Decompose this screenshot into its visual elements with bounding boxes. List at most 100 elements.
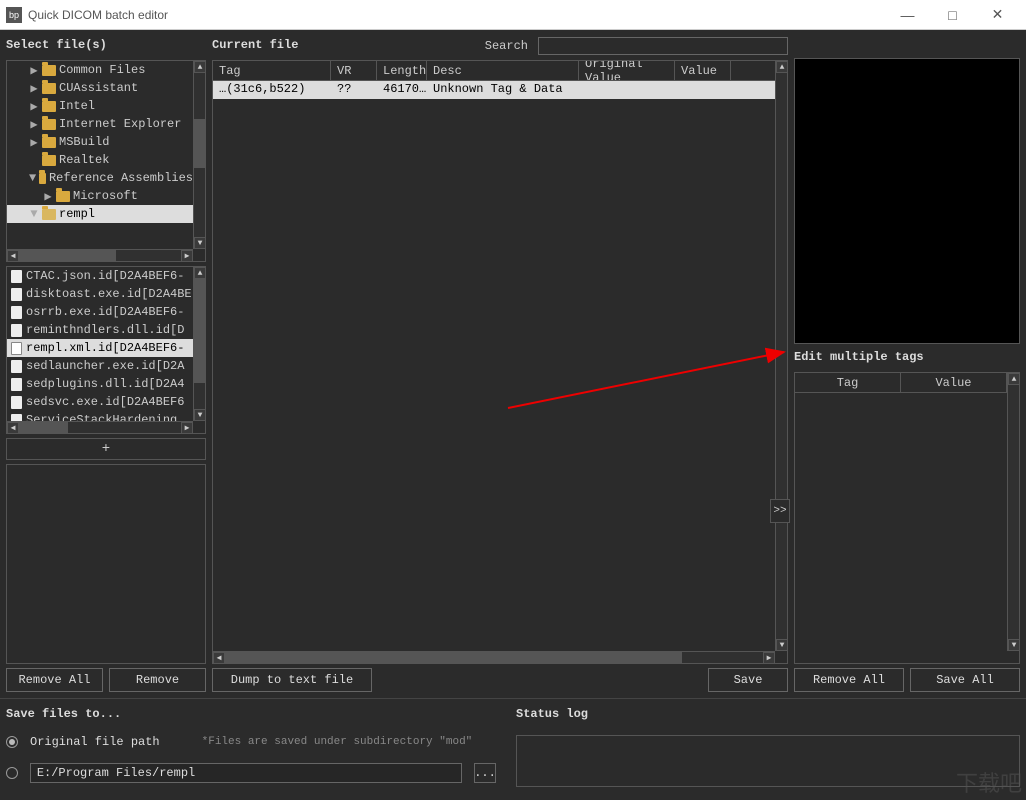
save-path-input[interactable] — [30, 763, 462, 783]
file-row[interactable]: sedlauncher.exe.id[D2A — [7, 357, 193, 375]
file-label: sedplugins.dll.id[D2A4 — [26, 377, 184, 391]
table-header-cell[interactable]: Original Value — [579, 61, 675, 80]
tree-row[interactable]: ▶Common Files — [7, 61, 193, 79]
scroll-right-icon[interactable]: ▶ — [181, 422, 193, 434]
file-icon — [11, 324, 22, 337]
dump-button[interactable]: Dump to text file — [212, 668, 372, 692]
table-row[interactable]: …(31c6,b522)??46170…Unknown Tag & Data — [213, 81, 775, 99]
remove-all-tags-button[interactable]: Remove All — [794, 668, 904, 692]
expand-arrow-icon[interactable]: ▶ — [29, 83, 39, 93]
file-list[interactable]: CTAC.json.id[D2A4BEF6-disktoast.exe.id[D… — [6, 266, 206, 434]
file-row[interactable]: reminthndlers.dll.id[D — [7, 321, 193, 339]
file-row[interactable]: rempl.xml.id[D2A4BEF6- — [7, 339, 193, 357]
expand-sidebar-button[interactable]: >> — [770, 499, 790, 523]
edit-tags-table[interactable]: Tag Value ▲ ▼ — [794, 372, 1020, 664]
tag-table[interactable]: TagVRLengthDescOriginal ValueValue …(31c… — [212, 60, 788, 664]
search-input[interactable] — [538, 37, 788, 55]
tree-row[interactable]: ▶ Internet Explorer — [7, 115, 193, 133]
scroll-down-icon[interactable]: ▼ — [194, 237, 206, 249]
window-title: Quick DICOM batch editor — [28, 8, 885, 22]
table-header-cell[interactable]: Tag — [213, 61, 331, 80]
expand-arrow-icon[interactable] — [29, 155, 39, 165]
tree-row[interactable]: ▼ rempl — [7, 205, 193, 223]
tree-vscroll[interactable]: ▲ ▼ — [193, 61, 205, 249]
tree-label: Realtek — [59, 153, 109, 167]
expand-arrow-icon[interactable]: ▶ — [29, 137, 39, 147]
folder-icon — [42, 65, 56, 76]
file-row[interactable]: sedplugins.dll.id[D2A4 — [7, 375, 193, 393]
radio-original-path-label: Original file path — [30, 735, 160, 749]
filelist-hscroll[interactable]: ◀ ▶ — [7, 421, 193, 433]
tree-hscroll[interactable]: ◀ ▶ — [7, 249, 193, 261]
app-icon: bp — [6, 7, 22, 23]
tree-label: Internet Explorer — [59, 117, 181, 131]
close-button[interactable]: ✕ — [975, 0, 1020, 30]
tree-row[interactable]: Realtek — [7, 151, 193, 169]
tree-label: CUAssistant — [59, 81, 138, 95]
file-icon — [11, 288, 22, 301]
file-label: reminthndlers.dll.id[D — [26, 323, 184, 337]
scroll-up-icon[interactable]: ▲ — [1008, 373, 1020, 385]
save-all-button[interactable]: Save All — [910, 668, 1020, 692]
remove-button[interactable]: Remove — [109, 668, 206, 692]
maximize-button[interactable]: □ — [930, 0, 975, 30]
add-button[interactable]: + — [6, 438, 206, 460]
scroll-up-icon[interactable]: ▲ — [194, 61, 206, 73]
radio-original-path[interactable] — [6, 736, 18, 748]
tree-row[interactable]: ▶ CUAssistant — [7, 79, 193, 97]
file-label: sedlauncher.exe.id[D2A — [26, 359, 184, 373]
folder-icon — [42, 101, 56, 112]
browse-button[interactable]: ... — [474, 763, 496, 783]
minimize-button[interactable]: — — [885, 0, 930, 30]
expand-arrow-icon[interactable]: ▶ — [43, 191, 53, 201]
expand-arrow-icon[interactable]: ▶ — [29, 65, 39, 75]
scroll-down-icon[interactable]: ▼ — [194, 409, 206, 421]
scroll-up-icon[interactable]: ▲ — [194, 267, 206, 279]
file-row[interactable]: CTAC.json.id[D2A4BEF6- — [7, 267, 193, 285]
file-row[interactable]: sedsvc.exe.id[D2A4BEF6 — [7, 393, 193, 411]
table-header-cell[interactable]: Length — [377, 61, 427, 80]
save-button[interactable]: Save — [708, 668, 788, 692]
scroll-left-icon[interactable]: ◀ — [7, 422, 19, 434]
remove-all-button[interactable]: Remove All — [6, 668, 103, 692]
tree-label: Microsoft — [73, 189, 138, 203]
scroll-left-icon[interactable]: ◀ — [213, 652, 225, 664]
folder-icon — [42, 83, 56, 94]
table-header-cell[interactable]: Desc — [427, 61, 579, 80]
file-row[interactable]: disktoast.exe.id[D2A4BE — [7, 285, 193, 303]
tree-row[interactable]: ▶ Microsoft — [7, 187, 193, 205]
folder-icon — [39, 173, 46, 184]
file-label: rempl.xml.id[D2A4BEF6- — [26, 341, 184, 355]
expand-arrow-icon[interactable]: ▶ — [29, 119, 39, 129]
scroll-right-icon[interactable]: ▶ — [763, 652, 775, 664]
scroll-down-icon[interactable]: ▼ — [776, 639, 788, 651]
scroll-right-icon[interactable]: ▶ — [181, 250, 193, 262]
file-icon — [11, 342, 22, 355]
tree-label: Reference Assemblies — [49, 171, 193, 185]
radio-custom-path[interactable] — [6, 767, 18, 779]
file-label: ServiceStackHardening. — [26, 413, 184, 421]
expand-arrow-icon[interactable]: ▶ — [29, 101, 39, 111]
table-header-cell[interactable]: VR — [331, 61, 377, 80]
table-header-cell[interactable]: Value — [675, 61, 731, 80]
scroll-down-icon[interactable]: ▼ — [1008, 639, 1020, 651]
tree-row[interactable]: ▼ Reference Assemblies — [7, 169, 193, 187]
folder-icon — [42, 209, 56, 220]
scroll-left-icon[interactable]: ◀ — [7, 250, 19, 262]
table-vscroll[interactable]: ▲ ▼ — [775, 61, 787, 651]
file-row[interactable]: ServiceStackHardening. — [7, 411, 193, 421]
expand-arrow-icon[interactable]: ▼ — [29, 209, 39, 219]
file-icon — [11, 414, 22, 422]
folder-tree[interactable]: ▶Common Files▶CUAssistant▶Intel▶Internet… — [6, 60, 206, 262]
file-icon — [11, 396, 22, 409]
tree-row[interactable]: ▶MSBuild — [7, 133, 193, 151]
edit-vscroll[interactable]: ▲ ▼ — [1007, 373, 1019, 651]
tree-label: rempl — [59, 207, 95, 221]
table-hscroll[interactable]: ◀ ▶ — [213, 651, 775, 663]
tree-row[interactable]: ▶Intel — [7, 97, 193, 115]
scroll-up-icon[interactable]: ▲ — [776, 61, 788, 73]
expand-arrow-icon[interactable]: ▼ — [29, 173, 36, 183]
file-row[interactable]: osrrb.exe.id[D2A4BEF6- — [7, 303, 193, 321]
filelist-vscroll[interactable]: ▲ ▼ — [193, 267, 205, 421]
table-cell: Unknown Tag & Data — [427, 81, 579, 99]
